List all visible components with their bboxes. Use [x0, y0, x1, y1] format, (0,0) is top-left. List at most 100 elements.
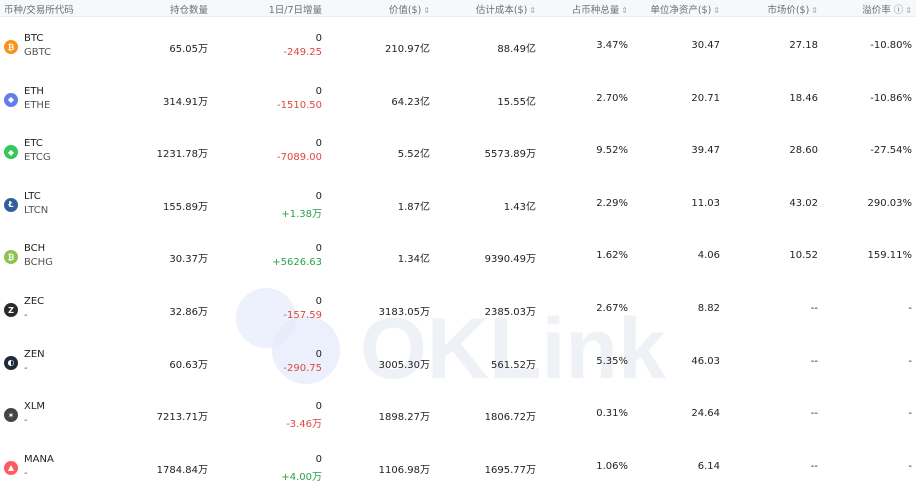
premium-rate: - — [908, 460, 912, 472]
estimated-cost: 5573.89万 — [484, 149, 536, 161]
nav-per-unit: 24.64 — [691, 408, 720, 420]
estimated-cost: 2385.03万 — [484, 307, 536, 318]
trade-code: GBTC — [24, 47, 52, 58]
supply-ratio: 5.35% — [596, 355, 628, 367]
value-usd: 1.87亿 — [397, 201, 430, 213]
coin-symbol[interactable]: ETH — [24, 86, 44, 97]
coin-glyph: ₿ — [7, 42, 15, 52]
table-row[interactable]: ◆ ETC ETCG 1231.78万 0 -7089.00 5.52亿 557… — [0, 125, 916, 177]
coin-symbol[interactable]: XLM — [24, 401, 45, 412]
estimated-cost: 88.49亿 — [497, 44, 536, 55]
estimated-cost: 561.52万 — [491, 359, 536, 371]
coin-symbol[interactable]: ZEN — [24, 349, 45, 360]
change-1d: 0 — [315, 190, 322, 202]
value-usd: 3183.05万 — [378, 307, 430, 318]
sort-icon[interactable]: ⇕ — [811, 6, 818, 15]
value-usd: 210.97亿 — [385, 44, 430, 55]
change-1d: 0 — [315, 453, 322, 465]
premium-rate: 290.03% — [867, 197, 913, 209]
coin-symbol[interactable]: ETC — [24, 138, 43, 149]
sort-icon[interactable]: ⇕ — [905, 6, 912, 15]
change-1d: 0 — [315, 33, 322, 44]
table-row[interactable]: ◆ ETH ETHE 314.91万 0 -1510.50 64.23亿 15.… — [0, 73, 916, 125]
change-7d: -249.25 — [283, 47, 322, 58]
sort-icon[interactable]: ⇕ — [423, 6, 430, 15]
header-change: 1日/7日增量 — [268, 5, 322, 16]
trade-code: - — [24, 310, 28, 321]
holdings-value: 7213.71万 — [156, 412, 208, 424]
coin-glyph: Z — [8, 305, 14, 315]
zcash-icon: Z — [4, 303, 18, 317]
holdings-value: 1784.84万 — [156, 464, 208, 476]
header-value-sort[interactable]: 价值($) ⇕ — [389, 2, 430, 16]
header-nav-sort[interactable]: 单位净资产($) ⇕ — [650, 2, 720, 16]
market-price: -- — [810, 303, 818, 314]
trade-code: - — [24, 362, 28, 374]
coin-symbol[interactable]: ZEC — [24, 296, 44, 307]
table-row[interactable]: ▲ MANA - 1784.84万 0 +4.00万 1106.98万 1695… — [0, 441, 916, 493]
header-premium-sort[interactable]: 溢价率 ⓘ ⇕ — [862, 2, 912, 16]
coin-glyph: Ł — [8, 200, 14, 210]
supply-ratio: 2.29% — [596, 197, 628, 209]
stellar-icon: ✶ — [4, 408, 18, 423]
trade-code: - — [24, 467, 28, 479]
header-cost-sort[interactable]: 估计成本($) ⇕ — [476, 2, 536, 16]
trade-code: ETCG — [24, 152, 51, 164]
table-row[interactable]: Ł LTC LTCN 155.89万 0 +1.38万 1.87亿 1.43亿 … — [0, 178, 916, 230]
change-7d: -157.59 — [283, 310, 322, 321]
estimated-cost: 9390.49万 — [484, 254, 536, 266]
coin-glyph: ◆ — [7, 147, 15, 157]
change-1d: 0 — [315, 401, 322, 413]
supply-ratio: 1.62% — [596, 250, 628, 262]
premium-rate: -10.86% — [870, 92, 912, 104]
trade-code: - — [24, 415, 28, 427]
market-price: -- — [810, 355, 818, 367]
table-row[interactable]: ₿ BTC GBTC 65.05万 0 -249.25 210.97亿 88.4… — [0, 20, 916, 72]
nav-per-unit: 20.71 — [691, 92, 720, 104]
holdings-value: 1231.78万 — [156, 149, 208, 161]
premium-rate: 159.11% — [867, 250, 913, 262]
sort-icon[interactable]: ⇕ — [713, 6, 720, 15]
estimated-cost: 1695.77万 — [484, 464, 536, 476]
market-price: -- — [810, 408, 818, 420]
value-usd: 1106.98万 — [378, 464, 430, 476]
holdings-value: 65.05万 — [169, 44, 208, 55]
premium-rate: - — [908, 408, 912, 420]
change-1d: 0 — [315, 85, 322, 97]
market-price: 27.18 — [789, 40, 818, 51]
sort-icon[interactable]: ⇕ — [621, 6, 628, 15]
change-7d: -7089.00 — [277, 152, 322, 164]
info-icon[interactable]: ⓘ — [894, 5, 904, 16]
table-row[interactable]: ◐ ZEN - 60.63万 0 -290.75 3005.30万 561.52… — [0, 336, 916, 388]
coin-symbol[interactable]: BCH — [24, 243, 45, 254]
table-row[interactable]: ₿ BCH BCHG 30.37万 0 +5626.63 1.34亿 9390.… — [0, 230, 916, 282]
coin-symbol[interactable]: LTC — [24, 191, 41, 202]
change-1d: 0 — [315, 296, 322, 307]
market-price: -- — [810, 460, 818, 472]
trade-code: LTCN — [24, 204, 49, 216]
header-holdings: 持仓数量 — [169, 5, 208, 16]
value-usd: 1.34亿 — [397, 254, 430, 266]
trade-code: BCHG — [24, 257, 53, 269]
change-7d: -1510.50 — [277, 99, 322, 111]
coin-symbol[interactable]: BTC — [24, 33, 43, 44]
nav-per-unit: 8.82 — [697, 303, 720, 314]
supply-ratio: 1.06% — [596, 460, 628, 472]
table-row[interactable]: ✶ XLM - 7213.71万 0 -3.46万 1898.27万 1806.… — [0, 388, 916, 440]
coin-glyph: ₿ — [7, 252, 15, 262]
value-usd: 64.23亿 — [391, 96, 430, 108]
change-7d: +5626.63 — [272, 257, 322, 269]
market-price: 43.02 — [789, 197, 818, 209]
change-1d: 0 — [315, 243, 322, 255]
coin-glyph: ◆ — [7, 95, 15, 105]
table-row[interactable]: Z ZEC - 32.86万 0 -157.59 3183.05万 2385.0… — [0, 283, 916, 335]
holdings-value: 314.91万 — [163, 96, 208, 108]
header-ratio-sort[interactable]: 占币种总量 ⇕ — [572, 2, 628, 16]
holdings-value: 155.89万 — [163, 201, 208, 213]
supply-ratio: 9.52% — [596, 145, 628, 157]
premium-rate: -27.54% — [870, 145, 912, 157]
change-7d: -3.46万 — [286, 419, 322, 431]
header-market-sort[interactable]: 市场价($) ⇕ — [767, 2, 818, 16]
coin-symbol[interactable]: MANA — [24, 454, 54, 465]
sort-icon[interactable]: ⇕ — [529, 6, 536, 15]
